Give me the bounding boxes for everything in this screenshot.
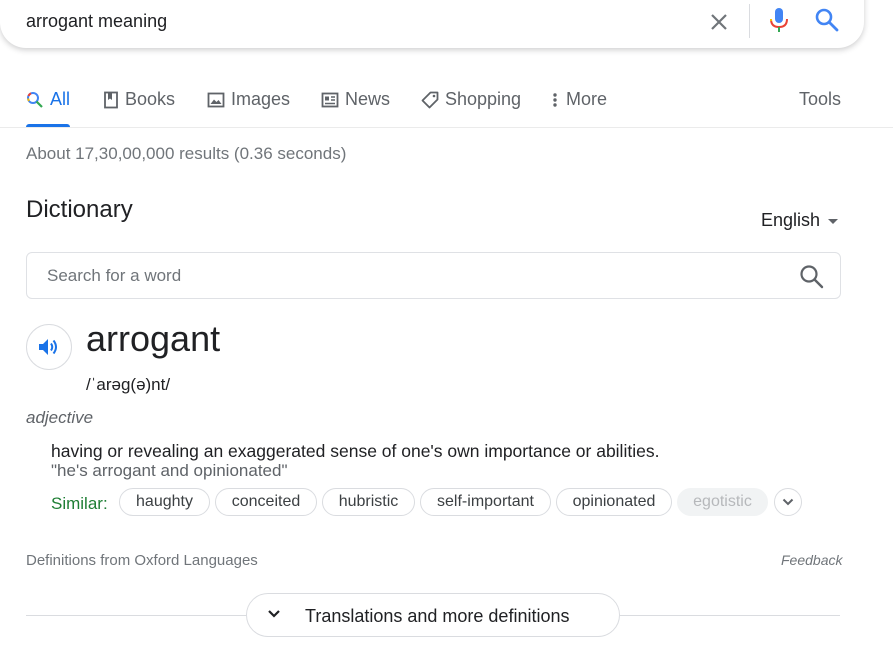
part-of-speech: adjective (26, 408, 94, 427)
tab-news[interactable]: News (321, 89, 390, 127)
more-definitions-label: Translations and more definitions (305, 606, 570, 626)
tag-icon (421, 91, 439, 109)
tab-label: More (566, 89, 608, 109)
chevron-down-icon (268, 610, 280, 618)
similar-chip[interactable]: hubristic (322, 488, 415, 516)
tab-images[interactable]: Images (207, 89, 290, 127)
more-vert-icon (553, 93, 557, 107)
news-icon (321, 92, 339, 108)
tab-more[interactable]: More (550, 89, 607, 127)
tab-all[interactable]: All (26, 89, 71, 127)
similar-label: Similar: (51, 494, 108, 513)
image-icon (207, 92, 225, 108)
book-icon (104, 91, 118, 109)
search-bar[interactable]: arrogant meaning (0, 0, 864, 48)
tab-label: All (50, 89, 71, 109)
search-results-page: arrogant meaning All Books Images News S… (0, 0, 893, 669)
speaker-icon (39, 339, 57, 355)
dictionary-search (26, 252, 841, 299)
more-definitions-button[interactable]: Translations and more definitions (246, 593, 620, 637)
definition-text: having or revealing an exaggerated sense… (51, 441, 660, 461)
similar-chip[interactable]: haughty (119, 488, 210, 516)
search-input[interactable]: arrogant meaning (26, 11, 167, 32)
language-select[interactable]: English (761, 210, 839, 231)
feedback-link[interactable]: Feedback (781, 552, 842, 568)
similar-chip[interactable]: egotistic (677, 488, 768, 516)
pronunciation-button[interactable] (26, 324, 72, 370)
result-stats: About 17,30,00,000 results (0.36 seconds… (26, 144, 347, 163)
tab-shopping[interactable]: Shopping (421, 89, 521, 127)
tab-label: Books (125, 89, 176, 109)
caret-down-icon (828, 219, 839, 224)
language-label: English (761, 210, 821, 230)
dictionary-search-input[interactable] (45, 263, 749, 289)
search-tabs: All Books Images News Shopping More Tool… (0, 80, 893, 128)
search-divider (749, 4, 750, 38)
tab-books[interactable]: Books (103, 89, 175, 127)
similar-chip[interactable]: opinionated (556, 488, 672, 516)
phonetic: /ˈarəg(ə)nt/ (86, 375, 171, 394)
divider (620, 615, 840, 616)
search-icon[interactable] (814, 7, 840, 33)
divider (26, 615, 248, 616)
tools-button[interactable]: Tools (799, 89, 841, 110)
similar-chip[interactable]: conceited (215, 488, 317, 516)
tab-label: News (345, 89, 391, 109)
tab-label: Images (231, 89, 291, 109)
definitions-source: Definitions from Oxford Languages (26, 552, 258, 569)
search-icon (27, 92, 43, 108)
example-sentence: "he's arrogant and opinionated" (51, 461, 288, 480)
headword: arrogant (86, 318, 221, 359)
search-icon[interactable] (799, 264, 825, 290)
expand-similar-button[interactable] (774, 488, 802, 516)
mic-icon[interactable] (767, 6, 791, 34)
dictionary-title: Dictionary (26, 196, 133, 223)
chevron-down-icon (782, 498, 794, 506)
similar-chip[interactable]: self-important (420, 488, 551, 516)
tab-label: Shopping (445, 89, 522, 109)
close-icon[interactable] (707, 10, 731, 34)
